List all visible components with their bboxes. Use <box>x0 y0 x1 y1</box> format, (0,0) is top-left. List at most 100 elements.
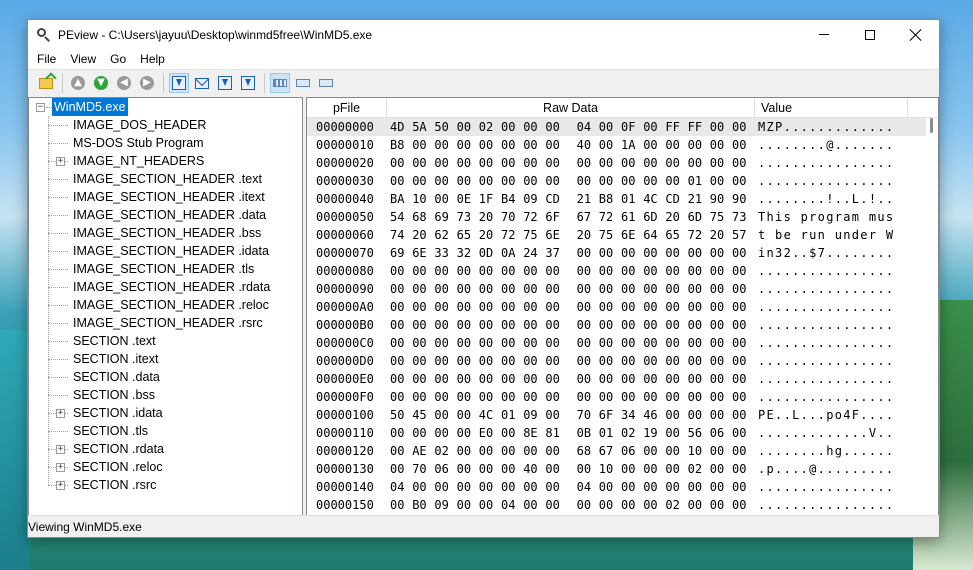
hex-byte[interactable]: 40 <box>577 136 591 154</box>
hex-byte[interactable]: 00 <box>577 496 591 514</box>
hex-byte[interactable]: 6E <box>621 226 635 244</box>
open-file-button[interactable] <box>36 73 56 93</box>
hex-byte[interactable]: 46 <box>643 406 657 424</box>
hex-byte[interactable]: 00 <box>479 172 493 190</box>
hex-byte[interactable]: 00 <box>523 262 537 280</box>
hex-byte[interactable]: 64 <box>643 226 657 244</box>
hex-byte[interactable]: 00 <box>501 262 515 280</box>
hex-byte[interactable]: 01 <box>688 172 702 190</box>
hex-byte[interactable]: 00 <box>412 136 426 154</box>
hex-row[interactable]: 00000070 69 6E 33 32 0D 0A 24 37 00 00 00 00 00 00 00 00… <box>307 244 926 262</box>
hex-byte[interactable]: 00 <box>665 424 679 442</box>
hex-byte[interactable]: 00 <box>545 154 559 172</box>
hex-byte[interactable]: 00 <box>665 460 679 478</box>
hex-byte[interactable]: 00 <box>545 262 559 280</box>
hex-byte[interactable]: 00 <box>501 478 515 496</box>
download-button[interactable] <box>238 73 258 93</box>
hex-byte[interactable]: 00 <box>501 442 515 460</box>
hex-byte[interactable]: 00 <box>688 334 702 352</box>
back-button[interactable]: ◀ <box>114 73 134 93</box>
hex-byte[interactable]: 81 <box>545 424 559 442</box>
hex-byte[interactable]: 00 <box>732 172 746 190</box>
hex-byte[interactable]: 00 <box>732 262 746 280</box>
expand-icon[interactable]: + <box>56 445 65 454</box>
hex-byte[interactable]: 4D <box>390 118 404 136</box>
hex-byte[interactable]: 00 <box>434 154 448 172</box>
hex-byte[interactable]: 00 <box>577 316 591 334</box>
hex-byte[interactable]: B8 <box>390 136 404 154</box>
expand-icon[interactable]: + <box>56 463 65 472</box>
hex-byte[interactable]: 00 <box>457 424 471 442</box>
tree-item[interactable]: IMAGE_DOS_HEADER <box>29 116 302 134</box>
tree-item[interactable]: IMAGE_SECTION_HEADER .rdata <box>29 278 302 296</box>
hex-byte[interactable]: 00 <box>621 172 635 190</box>
hex-byte[interactable]: 00 <box>501 280 515 298</box>
hex-byte[interactable]: CD <box>545 190 559 208</box>
hex-byte[interactable]: 00 <box>710 316 724 334</box>
hex-byte[interactable]: 00 <box>545 406 559 424</box>
hex-byte[interactable]: 00 <box>643 262 657 280</box>
tree-item-label[interactable]: SECTION .itext <box>73 350 158 368</box>
tree-item[interactable]: IMAGE_SECTION_HEADER .rsrc <box>29 314 302 332</box>
hex-byte[interactable]: 00 <box>545 280 559 298</box>
hex-byte[interactable]: 56 <box>688 424 702 442</box>
hex-byte[interactable]: 00 <box>643 478 657 496</box>
hex-byte[interactable]: 00 <box>710 154 724 172</box>
hex-byte[interactable]: 00 <box>643 334 657 352</box>
hex-byte[interactable]: 00 <box>523 370 537 388</box>
hex-view[interactable]: pFile Raw Data Value 00000000 4D 5A 50 00 02 0… <box>306 97 939 516</box>
hex-byte[interactable]: 00 <box>665 388 679 406</box>
envelope-button[interactable] <box>192 73 212 93</box>
hex-byte[interactable]: 90 <box>732 190 746 208</box>
hex-byte[interactable]: 00 <box>688 406 702 424</box>
hex-byte[interactable]: 00 <box>665 136 679 154</box>
hex-byte[interactable]: 00 <box>434 352 448 370</box>
hex-byte[interactable]: 00 <box>732 352 746 370</box>
hex-byte[interactable]: 04 <box>501 496 515 514</box>
hex-byte[interactable]: 72 <box>523 208 537 226</box>
hex-byte[interactable]: 00 <box>732 496 746 514</box>
hex-byte[interactable]: 70 <box>577 406 591 424</box>
hex-byte[interactable]: 6E <box>545 226 559 244</box>
hex-byte[interactable]: 06 <box>710 424 724 442</box>
hex-byte[interactable]: FF <box>688 118 702 136</box>
tree-item[interactable]: + SECTION .rsrc <box>29 476 302 494</box>
hex-byte[interactable]: 00 <box>390 442 404 460</box>
hex-byte[interactable]: 00 <box>457 370 471 388</box>
hex-byte[interactable]: 00 <box>434 406 448 424</box>
hex-byte[interactable]: 04 <box>577 118 591 136</box>
view-byte-button[interactable] <box>270 73 290 93</box>
column-pfile[interactable]: pFile <box>307 98 387 118</box>
hex-byte[interactable]: 00 <box>545 352 559 370</box>
tree-item[interactable]: + IMAGE_NT_HEADERS <box>29 152 302 170</box>
hex-byte[interactable]: 00 <box>457 442 471 460</box>
hex-byte[interactable]: 00 <box>545 478 559 496</box>
hex-byte[interactable]: 00 <box>501 352 515 370</box>
hex-byte[interactable]: 00 <box>710 280 724 298</box>
hex-byte[interactable]: 00 <box>390 298 404 316</box>
hex-row[interactable]: 00000120 00 AE 02 00 00 00 00 00 68 67 06 00 00 10 00 00… <box>307 442 926 460</box>
hex-byte[interactable]: 57 <box>732 226 746 244</box>
hex-byte[interactable]: 73 <box>732 208 746 226</box>
hex-byte[interactable]: 1F <box>479 190 493 208</box>
hex-byte[interactable]: 00 <box>501 316 515 334</box>
tree-item-label[interactable]: IMAGE_NT_HEADERS <box>73 152 204 170</box>
hex-byte[interactable]: 04 <box>577 478 591 496</box>
hex-byte[interactable]: 4C <box>479 406 493 424</box>
hex-byte[interactable]: 06 <box>621 442 635 460</box>
tree-item-label[interactable]: IMAGE_SECTION_HEADER .tls <box>73 260 254 278</box>
hex-byte[interactable]: CD <box>665 190 679 208</box>
tree-item[interactable]: + SECTION .rdata <box>29 440 302 458</box>
hex-byte[interactable]: 00 <box>479 136 493 154</box>
close-button[interactable] <box>893 20 939 49</box>
tree-item[interactable]: IMAGE_SECTION_HEADER .data <box>29 206 302 224</box>
hex-byte[interactable]: 00 <box>390 496 404 514</box>
tree-item[interactable]: IMAGE_SECTION_HEADER .reloc <box>29 296 302 314</box>
hex-byte[interactable]: 65 <box>457 226 471 244</box>
hex-byte[interactable]: 00 <box>523 136 537 154</box>
hex-byte[interactable]: 00 <box>479 154 493 172</box>
tree-item-label[interactable]: SECTION .data <box>73 368 160 386</box>
hex-byte[interactable]: 00 <box>479 442 493 460</box>
hex-byte[interactable]: 00 <box>412 352 426 370</box>
hex-byte[interactable]: 6F <box>545 208 559 226</box>
